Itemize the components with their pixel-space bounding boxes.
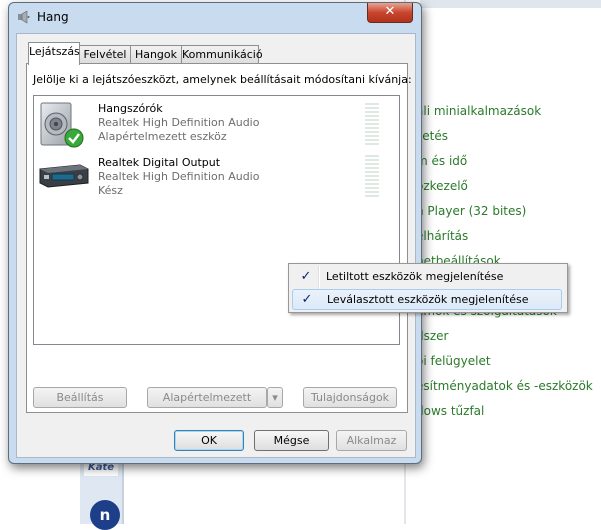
background-link[interactable]: özkezelő (416, 179, 468, 193)
sound-dialog: Hang ✕ Lejátszás Felvétel Hangok Kommuni… (8, 2, 422, 464)
close-button[interactable]: ✕ (367, 3, 413, 23)
speaker-title-icon (18, 10, 30, 24)
background-link[interactable]: ali minialkalmazások (416, 104, 541, 118)
background-menu-bar (420, 0, 601, 8)
menu-item-show-disconnected-devices[interactable]: ✓ Leválasztott eszközök megjelenítése (292, 289, 562, 310)
playback-tab-panel: Jelölje ki a lejátszóeszközt, amelynek b… (26, 63, 412, 413)
device-list-context-menu: ✓ Letiltott eszközök megjelenítése ✓ Lev… (288, 263, 568, 313)
properties-button[interactable]: Tulajdonságok (303, 387, 397, 408)
title-bar[interactable]: Hang ✕ (9, 3, 421, 31)
background-link[interactable]: esítményadatok és -eszközök (416, 379, 593, 393)
device-name: Realtek Digital Output (98, 156, 221, 169)
device-status: Alapértelmezett eszköz (98, 130, 227, 143)
apply-button[interactable]: Alkalmaz (336, 430, 407, 451)
instruction-text: Jelölje ki a lejátszóeszközt, amelynek b… (33, 73, 412, 86)
dialog-body: Lejátszás Felvétel Hangok Kommunikáció J… (16, 33, 416, 458)
background-link[interactable]: dows tűzfal (416, 404, 484, 418)
tab-sounds[interactable]: Hangok (130, 45, 182, 64)
tab-recording[interactable]: Felvétel (79, 45, 131, 64)
background-link[interactable]: ői felügyelet (416, 354, 491, 368)
background-strip-text: Kate (84, 462, 118, 476)
tab-communications[interactable]: Kommunikáció (181, 45, 263, 64)
dialog-title: Hang (37, 10, 69, 24)
background-link[interactable]: elhárítás (416, 229, 468, 243)
close-icon: ✕ (384, 4, 396, 19)
default-device-check-icon (64, 128, 84, 148)
device-list-item[interactable]: Hangszórók Realtek High Definition Audio… (34, 99, 399, 151)
set-default-dropdown-arrow-icon[interactable]: ▾ (267, 387, 283, 408)
checkmark-icon: ✓ (300, 269, 312, 284)
background-strip-logo: n (90, 500, 120, 530)
background-link[interactable]: n Player (32 bites) (416, 204, 526, 218)
device-description: Realtek High Definition Audio (98, 116, 260, 129)
device-description: Realtek High Definition Audio (98, 170, 260, 183)
checkmark-icon: ✓ (301, 292, 313, 307)
menu-item-show-disabled-devices[interactable]: ✓ Letiltott eszközök megjelenítése (292, 267, 562, 287)
background-link[interactable]: m és idő (416, 154, 467, 168)
ok-button[interactable]: OK (174, 430, 244, 451)
cancel-button[interactable]: Mégse (254, 430, 329, 451)
set-default-button[interactable]: Alapértelmezett (147, 387, 267, 408)
tab-playback[interactable]: Lejátszás (28, 42, 80, 65)
device-name: Hangszórók (98, 102, 163, 115)
volume-meter (365, 155, 379, 199)
menu-item-label: Leválasztott eszközök megjelenítése (327, 293, 529, 306)
device-list-item[interactable]: Realtek Digital Output Realtek High Defi… (34, 153, 399, 205)
configure-button[interactable]: Beállítás (33, 387, 127, 408)
menu-item-label: Letiltott eszközök megjelenítése (326, 270, 504, 283)
digital-output-icon (39, 164, 89, 188)
volume-meter (365, 103, 379, 147)
device-status: Kész (98, 184, 123, 197)
